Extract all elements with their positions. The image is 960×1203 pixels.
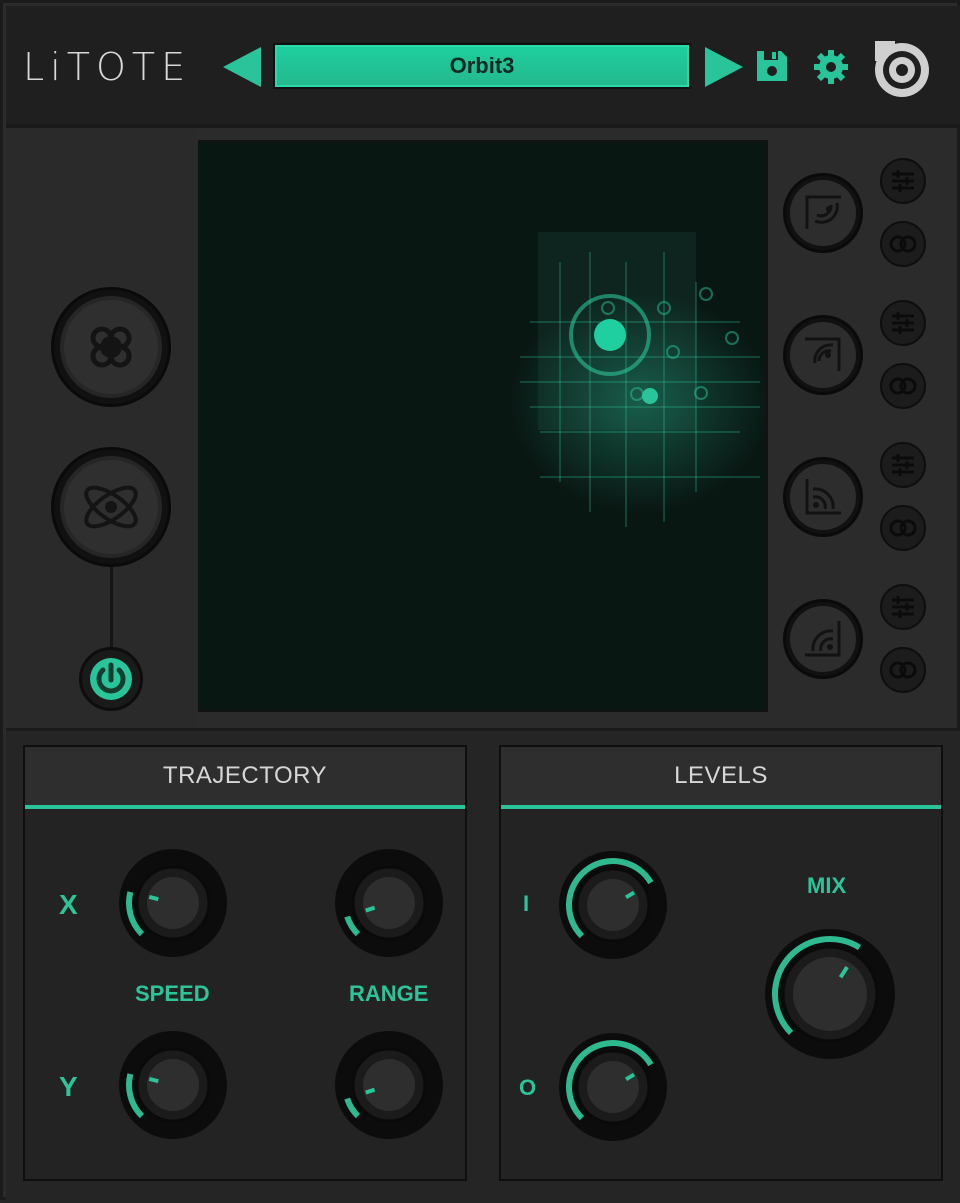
mode-button-1[interactable] xyxy=(783,173,863,253)
knob-indicator xyxy=(365,1087,376,1095)
power-icon xyxy=(90,658,132,700)
y-row-label: Y xyxy=(59,1071,78,1102)
save-icon[interactable] xyxy=(755,49,789,83)
brand-logo-icon[interactable] xyxy=(871,37,933,99)
mode-2-settings-button[interactable] xyxy=(880,300,926,346)
mix-knob[interactable] xyxy=(763,927,897,1066)
logo-text: LiTOTE xyxy=(23,45,192,89)
preset-name-display[interactable]: Orbit3 xyxy=(273,43,691,89)
x-row-label: X xyxy=(59,889,78,920)
mode-3-settings-button[interactable] xyxy=(880,442,926,488)
range-label: RANGE xyxy=(349,981,429,1006)
plugin-window: LiTOTE Orbit3 TRAJECTORY X Y SPEED RANGE… xyxy=(0,0,960,1203)
trajectory-title: TRAJECTORY xyxy=(162,762,328,789)
power-button[interactable] xyxy=(79,647,143,711)
knob-indicator xyxy=(148,894,159,902)
mode-1-link-button[interactable] xyxy=(880,221,926,267)
knob-indicator xyxy=(148,1076,159,1084)
mix-label: MIX xyxy=(807,873,847,898)
sliders-icon xyxy=(892,596,914,618)
connector-line xyxy=(110,567,113,649)
orbit-atom-icon xyxy=(84,485,138,529)
left-panel xyxy=(6,128,196,726)
prev-preset-button[interactable] xyxy=(223,47,261,87)
mode-2-icon xyxy=(805,337,841,371)
mode-1-icon xyxy=(805,195,841,229)
mode-3-icon xyxy=(805,479,841,515)
mode-4-settings-button[interactable] xyxy=(880,584,926,630)
mode-button-4[interactable] xyxy=(783,599,863,679)
quad-source-button[interactable] xyxy=(51,287,171,407)
mode-3-link-button[interactable] xyxy=(880,505,926,551)
input-level-label: I xyxy=(523,891,530,916)
levels-header: LEVELS xyxy=(501,747,941,809)
mode-4-link-button[interactable] xyxy=(880,647,926,693)
levels-title: LEVELS xyxy=(674,762,768,789)
mode-4-icon xyxy=(805,621,841,657)
input-level-knob[interactable] xyxy=(557,849,669,966)
link-icon xyxy=(889,377,917,395)
sliders-icon xyxy=(892,312,914,334)
link-icon xyxy=(889,519,917,537)
output-level-knob[interactable] xyxy=(557,1031,669,1148)
next-preset-button[interactable] xyxy=(705,47,743,87)
range-x-knob[interactable] xyxy=(333,847,445,964)
orbit-mode-button[interactable] xyxy=(51,447,171,567)
quad-source-icon xyxy=(90,326,132,368)
app-logo: LiTOTE xyxy=(23,45,192,89)
output-level-label: O xyxy=(519,1075,537,1100)
speed-label: SPEED xyxy=(135,981,210,1006)
mode-1-settings-button[interactable] xyxy=(880,158,926,204)
link-icon xyxy=(889,235,917,253)
mode-button-2[interactable] xyxy=(783,315,863,395)
link-icon xyxy=(889,661,917,679)
mode-button-3[interactable] xyxy=(783,457,863,537)
xy-pad[interactable] xyxy=(198,140,768,712)
gear-icon[interactable] xyxy=(813,49,849,85)
sliders-icon xyxy=(892,454,914,476)
mode-2-link-button[interactable] xyxy=(880,363,926,409)
knob-indicator xyxy=(365,905,376,913)
speed-x-knob[interactable] xyxy=(117,847,229,964)
range-y-knob[interactable] xyxy=(333,1029,445,1146)
sliders-icon xyxy=(892,170,914,192)
speed-y-knob[interactable] xyxy=(117,1029,229,1146)
trajectory-visualization xyxy=(510,232,766,527)
preset-name: Orbit3 xyxy=(449,53,515,78)
trajectory-header: TRAJECTORY xyxy=(25,747,465,809)
